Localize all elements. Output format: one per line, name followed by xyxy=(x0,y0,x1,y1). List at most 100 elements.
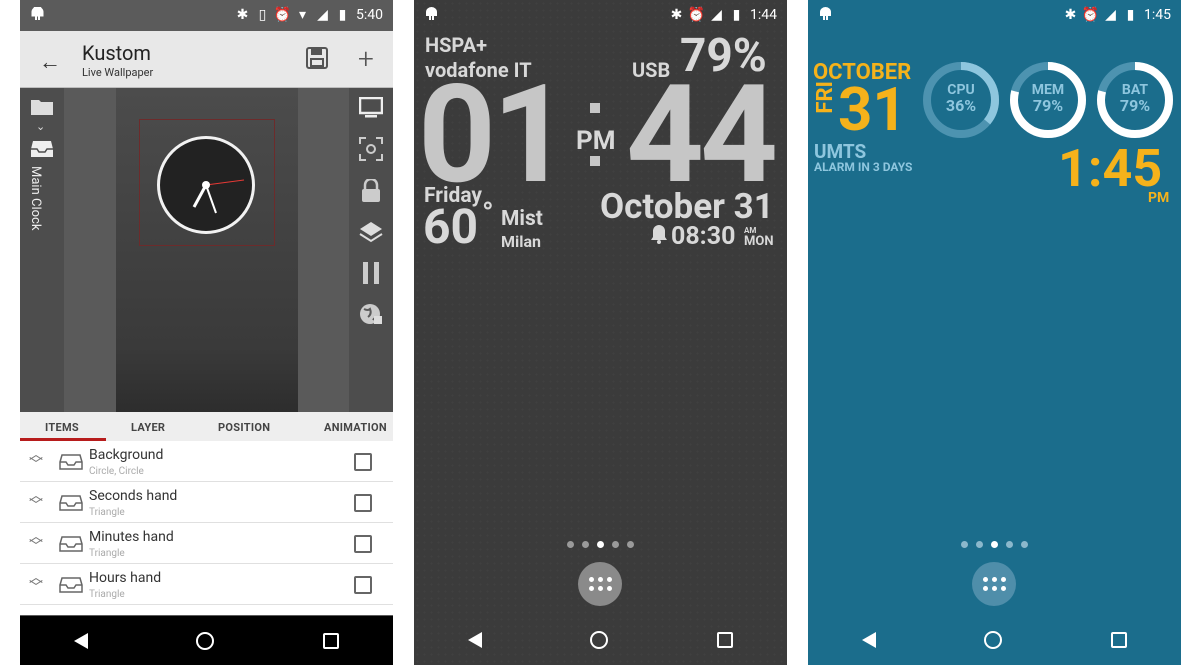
battery-icon: ▮ xyxy=(338,7,347,23)
tray-icon xyxy=(59,577,83,597)
editor-tabs: ITEMS LAYER POSITION ANIMATION xyxy=(20,412,393,441)
clock-ampm: PM xyxy=(1148,190,1170,206)
colon-dot-bottom xyxy=(590,156,600,166)
tab-animation[interactable]: ANIMATION xyxy=(324,421,387,434)
alarm-icon: ⏰ xyxy=(687,7,706,23)
ring-value: 79% xyxy=(1119,96,1151,115)
battery-icon: ▮ xyxy=(1126,7,1135,23)
drag-handle-icon[interactable]: ︿ ﹀ xyxy=(29,448,49,472)
ring-value: 36% xyxy=(945,96,977,115)
drag-handle-icon[interactable]: ︿ ﹀ xyxy=(29,530,49,554)
degree-symbol: ° xyxy=(482,196,494,231)
focus-icon[interactable] xyxy=(359,137,383,161)
item-checkbox[interactable] xyxy=(354,535,372,553)
nav-back-icon[interactable] xyxy=(468,632,483,648)
globe-lock-icon[interactable] xyxy=(359,302,383,326)
alarm-icon: ⏰ xyxy=(1081,7,1100,23)
status-time: 5:40 xyxy=(356,7,383,23)
page-dot-active[interactable] xyxy=(991,541,998,548)
tab-layer[interactable]: LAYER xyxy=(131,421,165,434)
analog-clock[interactable] xyxy=(157,136,255,234)
bluetooth-icon: ✱ xyxy=(236,7,249,23)
page-dot[interactable] xyxy=(961,541,968,548)
vibrate-icon: ▯ xyxy=(258,7,267,23)
item-name: Hours hand xyxy=(89,570,162,586)
page-dot[interactable] xyxy=(582,541,589,548)
editor-preview: ⌄ Main Clock xyxy=(20,88,393,412)
item-name: Minutes hand xyxy=(89,529,174,545)
weekday-label: FRI xyxy=(813,81,838,114)
android-icon xyxy=(31,6,44,25)
android-icon xyxy=(425,7,438,25)
signal-icon: ◢ xyxy=(1105,7,1116,23)
status-bar: ✱ ⏰ ◢ ▮ 1:44 xyxy=(414,0,787,31)
nav-home-icon[interactable] xyxy=(984,631,1003,649)
alarm-day: MON xyxy=(744,234,774,249)
tab-items[interactable]: ITEMS xyxy=(45,421,79,434)
alarm-icon: ⏰ xyxy=(273,7,292,23)
nav-bar xyxy=(414,615,787,665)
tab-position[interactable]: POSITION xyxy=(218,421,270,434)
item-name: Background xyxy=(89,447,164,463)
bluetooth-icon: ✱ xyxy=(1064,7,1077,23)
status-bar: ✱ ⏰ ◢ ▮ 1:45 xyxy=(808,0,1181,31)
app-subtitle: Live Wallpaper xyxy=(82,66,154,79)
item-name: Seconds hand xyxy=(89,488,178,504)
nav-recents-icon[interactable] xyxy=(716,632,733,648)
nav-recents-icon[interactable] xyxy=(1110,632,1127,648)
app-drawer-button[interactable] xyxy=(972,562,1016,606)
tray-icon xyxy=(59,536,83,556)
add-icon[interactable]: + xyxy=(358,42,374,75)
folder-icon[interactable] xyxy=(30,98,54,120)
item-checkbox[interactable] xyxy=(354,494,372,512)
nav-back-icon[interactable] xyxy=(74,632,89,649)
drag-handle-icon[interactable]: ︿ ﹀ xyxy=(29,489,49,513)
temperature: 60 xyxy=(423,198,479,255)
tray-icon xyxy=(59,454,83,474)
list-item[interactable]: ︿ ﹀ Seconds hand Triangle xyxy=(20,482,393,523)
signal-icon: ◢ xyxy=(317,7,328,23)
list-item[interactable]: ︿ ﹀ Minutes hand Triangle xyxy=(20,523,393,564)
alarm-time: 08:30 xyxy=(671,222,736,251)
signal-icon: ◢ xyxy=(711,7,722,23)
app-toolbar: ← Kustom Live Wallpaper + xyxy=(20,31,393,88)
lock-icon[interactable] xyxy=(359,179,383,203)
colon-dot-top xyxy=(590,103,600,113)
item-checkbox[interactable] xyxy=(354,576,372,594)
battery-icon: ▮ xyxy=(732,7,741,23)
page-dot[interactable] xyxy=(627,541,634,548)
list-item[interactable]: ︿ ﹀ Hours hand Triangle xyxy=(20,564,393,605)
left-toolbar: ⌄ Main Clock xyxy=(20,88,64,412)
clock-minute: 44 xyxy=(626,56,778,215)
page-dot[interactable] xyxy=(1021,541,1028,548)
tray-icon[interactable] xyxy=(30,140,54,162)
page-dot-active[interactable] xyxy=(597,541,604,548)
item-type: Circle, Circle xyxy=(89,466,144,477)
bat-ring: BAT 79% xyxy=(1095,60,1175,140)
bell-icon xyxy=(650,224,668,248)
app-drawer-button[interactable] xyxy=(578,562,622,606)
nav-back-icon[interactable] xyxy=(862,632,877,648)
save-icon[interactable] xyxy=(306,47,328,73)
city-name: Milan xyxy=(501,232,542,251)
back-arrow-icon[interactable]: ← xyxy=(39,49,61,75)
item-checkbox[interactable] xyxy=(354,453,372,471)
layers-icon[interactable] xyxy=(359,220,383,244)
drag-handle-icon[interactable]: ︿ ﹀ xyxy=(29,571,49,595)
list-item[interactable]: ︿ ﹀ Background Circle, Circle xyxy=(20,441,393,482)
right-toolbar xyxy=(349,88,393,412)
page-dot[interactable] xyxy=(612,541,619,548)
item-type: Triangle xyxy=(89,548,125,559)
nav-recents-icon[interactable] xyxy=(322,632,339,649)
nav-home-icon[interactable] xyxy=(196,631,215,650)
page-indicator xyxy=(808,541,1181,548)
monitor-icon[interactable] xyxy=(359,96,383,120)
page-dot[interactable] xyxy=(1006,541,1013,548)
chevron-down-icon[interactable]: ⌄ xyxy=(36,120,45,133)
page-dot[interactable] xyxy=(976,541,983,548)
pause-icon[interactable] xyxy=(359,261,383,285)
page-dot[interactable] xyxy=(567,541,574,548)
date-label: October 31 xyxy=(600,186,774,227)
nav-home-icon[interactable] xyxy=(590,631,609,649)
item-type: Triangle xyxy=(89,589,125,600)
